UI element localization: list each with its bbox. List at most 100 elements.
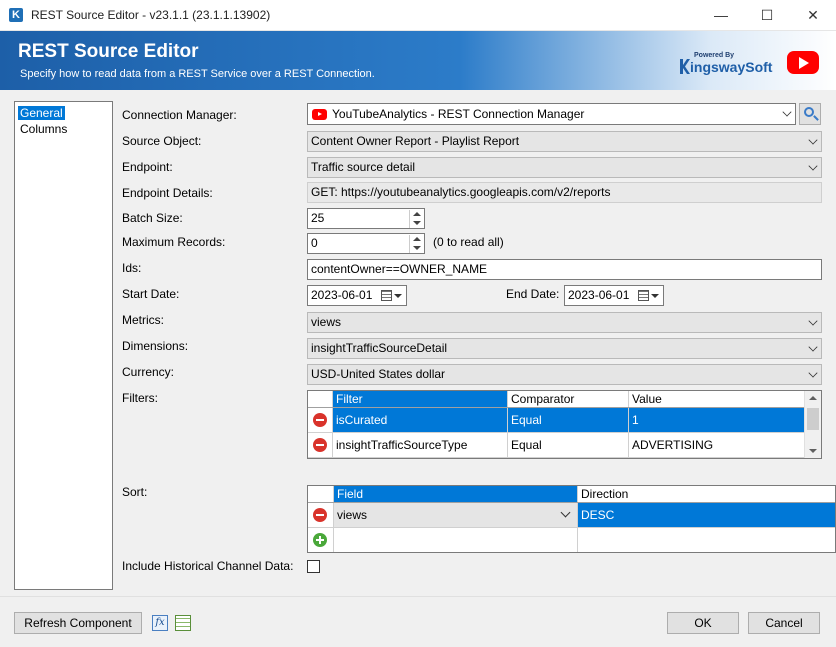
sort-field-value: views [337,508,368,522]
source-object-value: Content Owner Report - Playlist Report [311,134,520,148]
nav-item-columns[interactable]: Columns [18,122,69,136]
filters-header-filter[interactable]: Filter [333,391,508,407]
filter-value-cell[interactable]: ADVERTISING [629,433,806,457]
header-banner: REST Source Editor Specify how to read d… [0,31,836,90]
endpoint-value: Traffic source detail [311,160,416,174]
table-row[interactable]: views DESC [308,503,835,528]
app-icon: K [9,8,23,22]
max-records-hint: (0 to read all) [433,235,504,249]
calendar-icon [638,290,649,301]
calendar-icon [381,290,392,301]
chevron-down-icon [560,507,571,518]
batch-size-label: Batch Size: [122,211,183,225]
sort-header-field[interactable]: Field [334,486,578,502]
endpoint-select[interactable]: Traffic source detail [307,157,822,178]
max-records-label: Maximum Records: [122,235,226,249]
chevron-down-icon [808,135,818,145]
dropdown-arrow-icon [394,294,402,298]
filters-header-row: Filter Comparator Value [308,391,806,408]
currency-value: USD-United States dollar [311,367,446,381]
endpoint-label: Endpoint: [122,160,173,174]
filters-header-value[interactable]: Value [629,391,806,407]
filters-header-comparator[interactable]: Comparator [508,391,629,407]
youtube-icon [312,109,327,120]
sort-header-row: Field Direction [308,486,835,503]
delete-row-icon[interactable] [313,438,327,452]
table-row[interactable]: insightTrafficSourceType Equal ADVERTISI… [308,433,806,458]
left-nav: General Columns [14,101,113,590]
max-records-spinner[interactable] [409,235,423,253]
cancel-button[interactable]: Cancel [748,612,820,634]
banner-title: REST Source Editor [18,41,199,62]
end-date-value: 2023-06-01 [568,288,630,302]
filter-comparator-cell[interactable]: Equal [508,433,629,457]
refresh-component-button[interactable]: Refresh Component [14,612,142,634]
connection-manager-label: Connection Manager: [122,108,237,122]
metrics-label: Metrics: [122,313,164,327]
chevron-down-icon [808,316,818,326]
minimize-button[interactable]: — [698,0,744,31]
brand-name: ingswaySoft [690,59,773,75]
window-title: REST Source Editor - v23.1.1 (23.1.1.139… [31,8,271,22]
start-date-value: 2023-06-01 [311,288,373,302]
dimensions-select[interactable]: insightTrafficSourceDetail [307,338,822,359]
chevron-down-icon [808,342,818,352]
chevron-down-icon [808,161,818,171]
ok-button[interactable]: OK [667,612,739,634]
dropdown-arrow-icon [651,294,659,298]
banner-subtitle: Specify how to read data from a REST Ser… [20,68,375,80]
end-date-label: End Date: [506,287,560,301]
filter-comparator-cell[interactable]: Equal [508,408,629,432]
connection-manager-value: YouTubeAnalytics - REST Connection Manag… [332,107,585,121]
endpoint-details-field: GET: https://youtubeanalytics.googleapis… [307,182,822,203]
batch-size-input[interactable]: 25 [307,208,425,229]
filters-scrollbar[interactable] [804,391,821,458]
filters-label: Filters: [122,391,158,405]
maximize-button[interactable]: ☐ [744,0,790,31]
include-historical-checkbox[interactable] [307,560,320,573]
max-records-input[interactable]: 0 [307,233,425,254]
currency-select[interactable]: USD-United States dollar [307,364,822,385]
kingswaysoft-logo-icon [680,59,690,74]
include-historical-label: Include Historical Channel Data: [122,559,294,573]
chevron-down-icon [808,368,818,378]
add-row-icon[interactable] [313,533,327,547]
fx-expression-icon[interactable]: fx [152,615,168,631]
sort-direction-cell[interactable]: DESC [578,503,835,527]
sort-header-direction[interactable]: Direction [578,486,835,502]
ids-input[interactable]: contentOwner==OWNER_NAME [307,259,822,280]
batch-size-value: 25 [311,211,325,225]
dimensions-label: Dimensions: [122,339,189,353]
filters-grid: Filter Comparator Value isCurated Equal … [307,390,822,459]
footer-divider [0,596,836,597]
close-button[interactable]: ✕ [790,0,836,31]
filter-field-cell[interactable]: insightTrafficSourceType [333,433,508,457]
metrics-select[interactable]: views [307,312,822,333]
start-date-picker[interactable]: 2023-06-01 [307,285,407,306]
end-date-picker[interactable]: 2023-06-01 [564,285,664,306]
sort-grid: Field Direction views DESC [307,485,836,553]
sort-field-select[interactable]: views [334,503,578,527]
filter-field-cell[interactable]: isCurated [333,408,508,432]
nav-item-general[interactable]: General [18,106,65,120]
table-row[interactable]: isCurated Equal 1 [308,408,806,433]
metrics-value: views [311,315,342,329]
batch-size-spinner[interactable] [409,210,423,228]
ids-label: Ids: [122,261,142,275]
source-object-label: Source Object: [122,134,202,148]
variables-table-icon[interactable] [175,615,191,631]
delete-row-icon[interactable] [313,508,327,522]
dimensions-value: insightTrafficSourceDetail [311,341,448,355]
brand-powered-by: Powered By [694,52,735,59]
delete-row-icon[interactable] [313,413,327,427]
filter-value-cell[interactable]: 1 [629,408,806,432]
youtube-logo-icon [787,51,819,74]
connection-manager-select[interactable]: YouTubeAnalytics - REST Connection Manag… [307,103,796,125]
endpoint-details-label: Endpoint Details: [122,186,213,200]
source-object-select[interactable]: Content Owner Report - Playlist Report [307,131,822,152]
sort-label: Sort: [122,485,148,499]
start-date-label: Start Date: [122,287,180,301]
max-records-value: 0 [311,236,318,250]
new-row[interactable] [308,528,835,552]
search-connection-button[interactable] [799,103,821,125]
